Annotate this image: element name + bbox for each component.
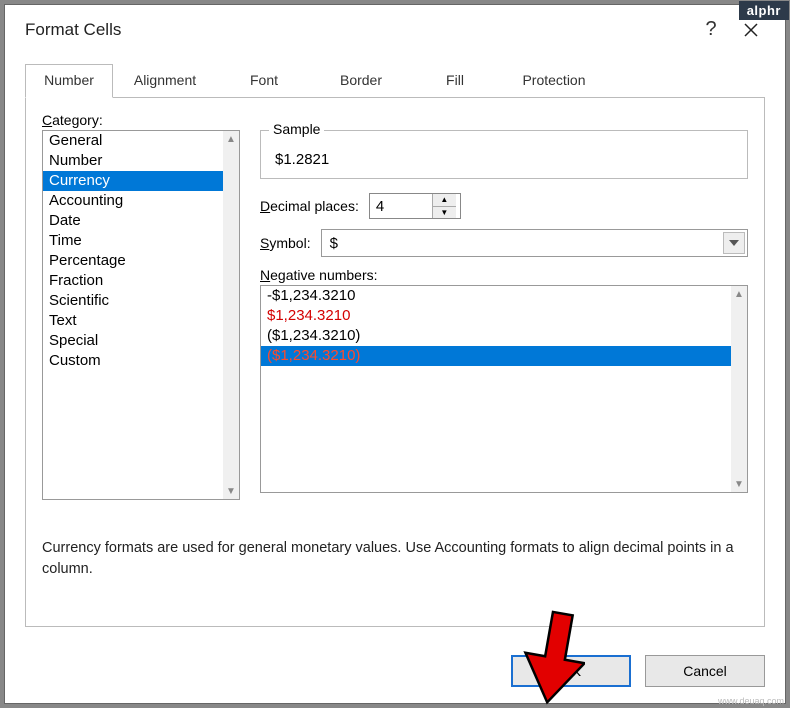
symbol-value: $ [330,235,338,252]
category-listbox[interactable]: GeneralNumberCurrencyAccountingDateTimeP… [42,130,240,500]
category-label: Category: [42,112,748,128]
symbol-select[interactable]: $ [321,229,748,257]
scroll-up-icon[interactable]: ▲ [223,131,239,147]
scroll-down-icon[interactable]: ▼ [223,483,239,499]
negative-format-item[interactable]: ($1,234.3210) [261,326,731,346]
category-item[interactable]: Special [43,331,223,351]
decimal-places-label: Decimal places: [260,198,359,214]
spinner-down-icon[interactable]: ▼ [433,207,456,219]
format-cells-dialog: alphr Format Cells ? NumberAlignmentFont… [4,4,786,704]
tab-number[interactable]: Number [25,64,113,98]
watermark: www.deuaq.com [718,696,784,706]
cancel-button[interactable]: Cancel [645,655,765,687]
negative-format-item[interactable]: $1,234.3210 [261,306,731,326]
tab-protection[interactable]: Protection [499,64,609,98]
help-button[interactable]: ? [691,18,731,41]
category-item[interactable]: Number [43,151,223,171]
tab-fill[interactable]: Fill [411,64,499,98]
negative-format-item[interactable]: -$1,234.3210 [261,286,731,306]
close-icon [743,22,759,38]
tab-strip: NumberAlignmentFontBorderFillProtection [25,63,765,97]
scrollbar[interactable]: ▲ ▼ [731,286,747,492]
decimal-places-input[interactable] [370,194,432,218]
category-item[interactable]: Date [43,211,223,231]
sample-label: Sample [269,121,324,137]
category-item[interactable]: General [43,131,223,151]
scroll-down-icon[interactable]: ▼ [731,476,747,492]
symbol-label: Symbol: [260,235,311,251]
category-item[interactable]: Fraction [43,271,223,291]
sample-value: $1.2821 [273,147,735,168]
format-description: Currency formats are used for general mo… [42,538,748,580]
decimal-places-spinner[interactable]: ▲ ▼ [369,193,461,219]
category-item[interactable]: Currency [43,171,223,191]
scroll-up-icon[interactable]: ▲ [731,286,747,302]
spinner-up-icon[interactable]: ▲ [433,194,456,207]
tab-font[interactable]: Font [217,64,311,98]
sample-group: Sample $1.2821 [260,130,748,179]
scrollbar[interactable]: ▲ ▼ [223,131,239,499]
category-item[interactable]: Accounting [43,191,223,211]
category-item[interactable]: Custom [43,351,223,371]
category-item[interactable]: Scientific [43,291,223,311]
ok-button[interactable]: OK [511,655,631,687]
tab-border[interactable]: Border [311,64,411,98]
category-item[interactable]: Time [43,231,223,251]
negative-numbers-listbox[interactable]: -$1,234.3210$1,234.3210($1,234.3210)($1,… [260,285,748,493]
chevron-down-icon[interactable] [723,232,745,254]
titlebar: Format Cells ? [5,5,785,55]
negative-numbers-label: Negative numbers: [260,267,738,283]
brand-badge: alphr [739,1,789,20]
tab-alignment[interactable]: Alignment [113,64,217,98]
category-item[interactable]: Text [43,311,223,331]
tab-panel-number: Category: GeneralNumberCurrencyAccountin… [25,97,765,627]
negative-format-item[interactable]: ($1,234.3210) [261,346,731,366]
category-item[interactable]: Percentage [43,251,223,271]
window-title: Format Cells [25,20,691,40]
